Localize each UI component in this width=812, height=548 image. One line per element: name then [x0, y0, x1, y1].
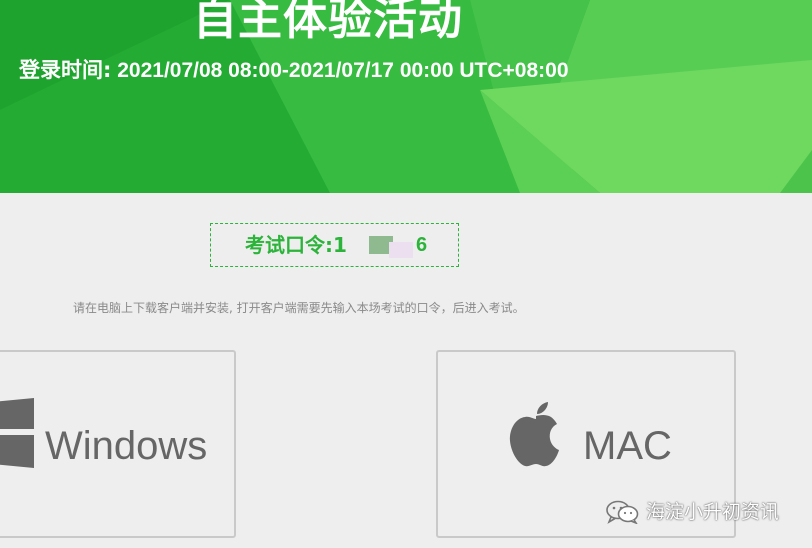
- login-time-label: 登录时间:: [19, 58, 112, 82]
- apple-logo-icon: [508, 402, 564, 473]
- login-time: 登录时间: 2021/07/08 08:00-2021/07/17 00:00 …: [19, 56, 569, 85]
- wechat-icon: [606, 500, 640, 529]
- login-time-range: 2021/07/08 08:00-2021/07/17 00:00 UTC+08…: [111, 59, 569, 82]
- exam-code-last-digit: 6: [416, 234, 428, 256]
- windows-download-button[interactable]: Windows: [0, 350, 236, 538]
- watermark-text: 海淀小升初资讯: [646, 501, 780, 523]
- page-title: 自主体验活动: [193, 0, 463, 45]
- exam-code-redaction: [369, 232, 417, 260]
- header-banner: 自主体验活动 登录时间: 2021/07/08 08:00-2021/07/17…: [0, 0, 812, 193]
- mac-label: MAC: [583, 424, 672, 468]
- exam-code-box: 考试口令:1 6: [210, 223, 459, 267]
- exam-code-label: 考试口令:1: [245, 233, 347, 257]
- windows-logo-icon: [0, 398, 34, 473]
- windows-label: Windows: [45, 424, 208, 468]
- install-hint: 请在电脑上下载客户端并安装, 打开客户端需要先输入本场考试的口令，后进入考试。: [73, 301, 525, 315]
